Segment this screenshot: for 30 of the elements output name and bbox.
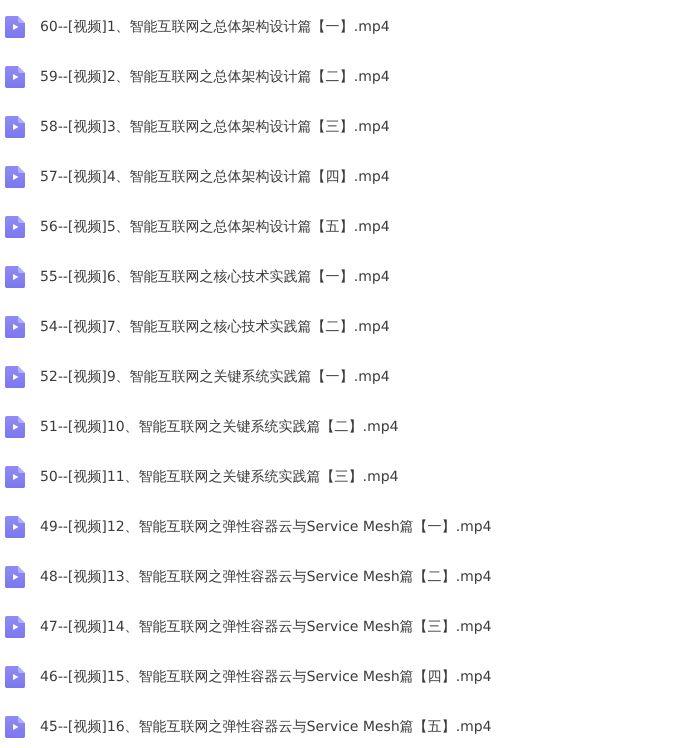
video-file-icon bbox=[5, 266, 25, 288]
file-name[interactable]: 58--[视频]3、智能互联网之总体架构设计篇【三】.mp4 bbox=[40, 118, 390, 136]
video-file-icon bbox=[5, 366, 25, 388]
file-name[interactable]: 54--[视频]7、智能互联网之核心技术实践篇【二】.mp4 bbox=[40, 318, 390, 336]
file-name[interactable]: 57--[视频]4、智能互联网之总体架构设计篇【四】.mp4 bbox=[40, 168, 390, 186]
file-name[interactable]: 48--[视频]13、智能互联网之弹性容器云与Service Mesh篇【二】.mp4 bbox=[40, 568, 492, 586]
video-file-icon bbox=[5, 466, 25, 488]
file-name[interactable]: 45--[视频]16、智能互联网之弹性容器云与Service Mesh篇【五】.mp4 bbox=[40, 718, 492, 736]
file-name[interactable]: 59--[视频]2、智能互联网之总体架构设计篇【二】.mp4 bbox=[40, 68, 390, 86]
file-name[interactable]: 49--[视频]12、智能互联网之弹性容器云与Service Mesh篇【一】.mp4 bbox=[40, 518, 492, 536]
file-name[interactable]: 47--[视频]14、智能互联网之弹性容器云与Service Mesh篇【三】.mp4 bbox=[40, 618, 492, 636]
video-file-icon bbox=[5, 16, 25, 38]
video-file-icon bbox=[5, 316, 25, 338]
video-file-icon bbox=[5, 566, 25, 588]
video-file-icon bbox=[5, 416, 25, 438]
file-name[interactable]: 60--[视频]1、智能互联网之总体架构设计篇【一】.mp4 bbox=[40, 18, 390, 36]
video-file-icon bbox=[5, 216, 25, 238]
file-name[interactable]: 56--[视频]5、智能互联网之总体架构设计篇【五】.mp4 bbox=[40, 218, 390, 236]
file-name[interactable]: 55--[视频]6、智能互联网之核心技术实践篇【一】.mp4 bbox=[40, 268, 390, 286]
video-file-icon bbox=[5, 516, 25, 538]
video-file-icon bbox=[5, 716, 25, 738]
video-file-icon bbox=[5, 166, 25, 188]
file-name[interactable]: 51--[视频]10、智能互联网之关键系统实践篇【二】.mp4 bbox=[40, 418, 399, 436]
video-file-icon bbox=[5, 116, 25, 138]
file-name[interactable]: 52--[视频]9、智能互联网之关键系统实践篇【一】.mp4 bbox=[40, 368, 390, 386]
video-file-icon bbox=[5, 66, 25, 88]
file-name[interactable]: 50--[视频]11、智能互联网之关键系统实践篇【三】.mp4 bbox=[40, 468, 399, 486]
video-file-icon bbox=[5, 616, 25, 638]
file-name[interactable]: 46--[视频]15、智能互联网之弹性容器云与Service Mesh篇【四】.mp4 bbox=[40, 668, 492, 686]
video-file-icon bbox=[5, 666, 25, 688]
